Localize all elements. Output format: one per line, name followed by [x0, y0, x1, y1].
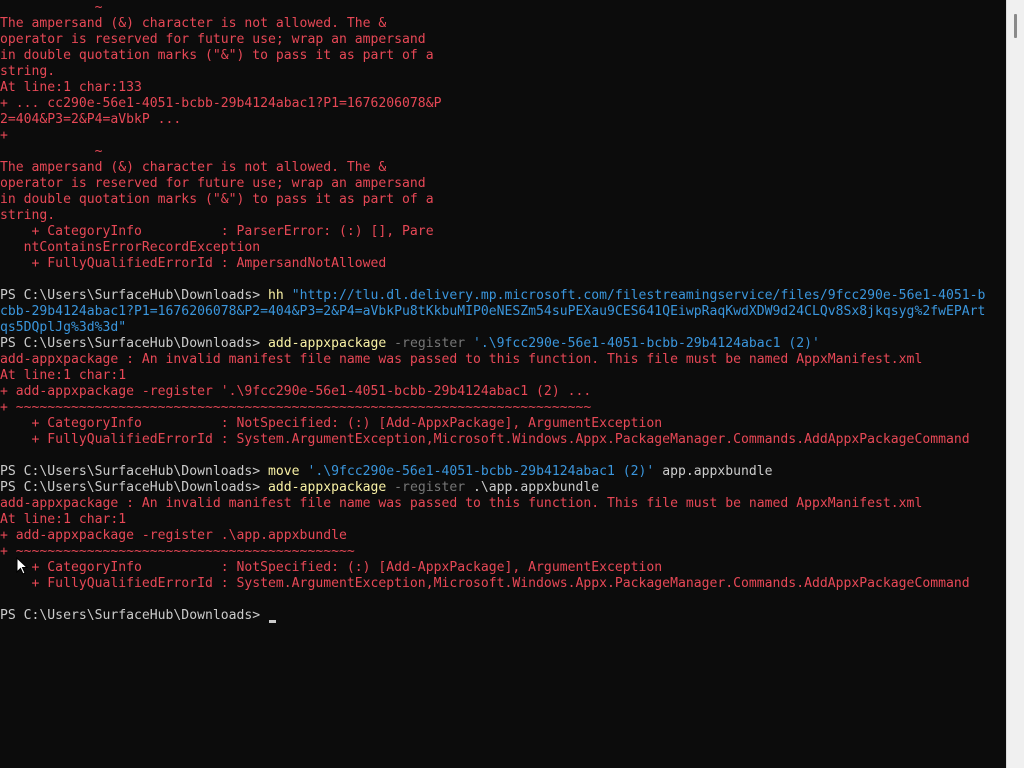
string-text: '.\9fcc290e-56e1-4051-bcbb-29b4124abac1 …	[473, 336, 820, 351]
scrollbar-thumb[interactable]	[1014, 14, 1017, 38]
terminal-line: operator is reserved for future use; wra…	[0, 176, 1006, 192]
terminal-line: string.	[0, 64, 1006, 80]
error-text: in double quotation marks ("&") to pass …	[0, 48, 434, 63]
string-text: qs5DQplJg%3d%3d"	[0, 320, 127, 335]
terminal-line: + FullyQualifiedErrorId : System.Argumen…	[0, 432, 1006, 448]
error-text: + CategoryInfo : ParserError: (:) [], Pa…	[0, 224, 434, 239]
terminal-line: + ... cc290e-56e1-4051-bcbb-29b4124abac1…	[0, 96, 1006, 112]
prompt-text: PS C:\Users\SurfaceHub\Downloads>	[0, 464, 269, 479]
error-text: ntContainsErrorRecordException	[0, 240, 261, 255]
terminal-line: in double quotation marks ("&") to pass …	[0, 48, 1006, 64]
error-text: The ampersand (&) character is not allow…	[0, 16, 387, 31]
terminal-line: add-appxpackage : An invalid manifest fi…	[0, 352, 1006, 368]
terminal-line: PS C:\Users\SurfaceHub\Downloads> add-ap…	[0, 336, 1006, 352]
terminal-line: + FullyQualifiedErrorId : AmpersandNotAl…	[0, 256, 1006, 272]
terminal-line: 2=404&P3=2&P4=aVbkP ...	[0, 112, 1006, 128]
terminal-line: + add-appxpackage -register .\app.appxbu…	[0, 528, 1006, 544]
terminal-output[interactable]: ~ The ampersand (&) character is not allo…	[0, 0, 1006, 624]
terminal-line: At line:1 char:133	[0, 80, 1006, 96]
plain-text: .\app.appxbundle	[473, 480, 600, 495]
terminal-line: At line:1 char:1	[0, 368, 1006, 384]
command-text: hh	[268, 288, 292, 303]
terminal-line: + CategoryInfo : NotSpecified: (:) [Add-…	[0, 416, 1006, 432]
error-text: + CategoryInfo : NotSpecified: (:) [Add-…	[0, 416, 663, 431]
string-text: cbb-29b4124abac1?P1=1676206078&P2=404&P3…	[0, 304, 986, 319]
string-text: '.\9fcc290e-56e1-4051-bcbb-29b4124abac1 …	[307, 464, 655, 479]
terminal-line: PS C:\Users\SurfaceHub\Downloads> hh "ht…	[0, 288, 1006, 304]
error-text: operator is reserved for future use; wra…	[0, 32, 426, 47]
terminal-line: + ~~~~~~~~~~~~~~~~~~~~~~~~~~~~~~~~~~~~~~…	[0, 544, 1006, 560]
terminal-line: + FullyQualifiedErrorId : System.Argumen…	[0, 576, 1006, 592]
error-text: At line:1 char:1	[0, 512, 127, 527]
text-cursor	[269, 620, 277, 623]
terminal-line: At line:1 char:1	[0, 512, 1006, 528]
terminal-line: string.	[0, 208, 1006, 224]
string-text: "http://tlu.dl.delivery.mp.microsoft.com…	[291, 288, 986, 303]
error-text: ~	[0, 0, 103, 15]
terminal-line: + add-appxpackage -register '.\9fcc290e-…	[0, 384, 1006, 400]
terminal-line: in double quotation marks ("&") to pass …	[0, 192, 1006, 208]
terminal-line: ~	[0, 144, 1006, 160]
plain-text: app.appxbundle	[654, 464, 773, 479]
terminal-line: qs5DQplJg%3d%3d"	[0, 320, 1006, 336]
terminal-line: add-appxpackage : An invalid manifest fi…	[0, 496, 1006, 512]
error-text: + FullyQualifiedErrorId : System.Argumen…	[0, 576, 970, 591]
command-text: move	[268, 464, 308, 479]
error-text: in double quotation marks ("&") to pass …	[0, 192, 434, 207]
terminal-window[interactable]: ~ The ampersand (&) character is not allo…	[0, 0, 1006, 768]
error-text: string.	[0, 64, 56, 79]
error-text: At line:1 char:1	[0, 368, 127, 383]
error-text: + add-appxpackage -register .\app.appxbu…	[0, 528, 347, 543]
error-text: + ~~~~~~~~~~~~~~~~~~~~~~~~~~~~~~~~~~~~~~…	[0, 544, 355, 559]
terminal-line: +	[0, 128, 1006, 144]
terminal-line: cbb-29b4124abac1?P1=1676206078&P2=404&P3…	[0, 304, 1006, 320]
error-text: At line:1 char:133	[0, 80, 142, 95]
terminal-line: The ampersand (&) character is not allow…	[0, 160, 1006, 176]
prompt-text: PS C:\Users\SurfaceHub\Downloads>	[0, 608, 269, 623]
prompt-text: PS C:\Users\SurfaceHub\Downloads>	[0, 480, 269, 495]
vertical-scrollbar[interactable]	[1006, 0, 1024, 768]
error-text: + add-appxpackage -register '.\9fcc290e-…	[0, 384, 592, 399]
command-text: add-appxpackage	[268, 480, 395, 495]
error-text: add-appxpackage : An invalid manifest fi…	[0, 352, 923, 367]
terminal-line: PS C:\Users\SurfaceHub\Downloads> move '…	[0, 464, 1006, 480]
terminal-line: ntContainsErrorRecordException	[0, 240, 1006, 256]
error-text: + FullyQualifiedErrorId : AmpersandNotAl…	[0, 256, 387, 271]
prompt-text: PS C:\Users\SurfaceHub\Downloads>	[0, 336, 269, 351]
terminal-line: + CategoryInfo : ParserError: (:) [], Pa…	[0, 224, 1006, 240]
terminal-line: PS C:\Users\SurfaceHub\Downloads> add-ap…	[0, 480, 1006, 496]
error-text: ~	[0, 144, 103, 159]
terminal-line: The ampersand (&) character is not allow…	[0, 16, 1006, 32]
error-text: + FullyQualifiedErrorId : System.Argumen…	[0, 432, 970, 447]
terminal-line: PS C:\Users\SurfaceHub\Downloads>	[0, 608, 1006, 624]
error-text: The ampersand (&) character is not allow…	[0, 160, 387, 175]
terminal-line: + ~~~~~~~~~~~~~~~~~~~~~~~~~~~~~~~~~~~~~~…	[0, 400, 1006, 416]
parameter-text: -register	[394, 480, 474, 495]
command-text: add-appxpackage	[268, 336, 395, 351]
terminal-line: operator is reserved for future use; wra…	[0, 32, 1006, 48]
parameter-text: -register	[394, 336, 474, 351]
error-text: +	[0, 128, 8, 143]
prompt-text: PS C:\Users\SurfaceHub\Downloads>	[0, 288, 269, 303]
terminal-line: + CategoryInfo : NotSpecified: (:) [Add-…	[0, 560, 1006, 576]
error-text: 2=404&P3=2&P4=aVbkP ...	[0, 112, 182, 127]
error-text: operator is reserved for future use; wra…	[0, 176, 426, 191]
error-text: + ... cc290e-56e1-4051-bcbb-29b4124abac1…	[0, 96, 442, 111]
error-text: string.	[0, 208, 56, 223]
terminal-line: ~	[0, 0, 1006, 16]
error-text: add-appxpackage : An invalid manifest fi…	[0, 496, 923, 511]
error-text: + ~~~~~~~~~~~~~~~~~~~~~~~~~~~~~~~~~~~~~~…	[0, 400, 592, 415]
error-text: + CategoryInfo : NotSpecified: (:) [Add-…	[0, 560, 663, 575]
mouse-pointer-icon	[16, 557, 29, 575]
